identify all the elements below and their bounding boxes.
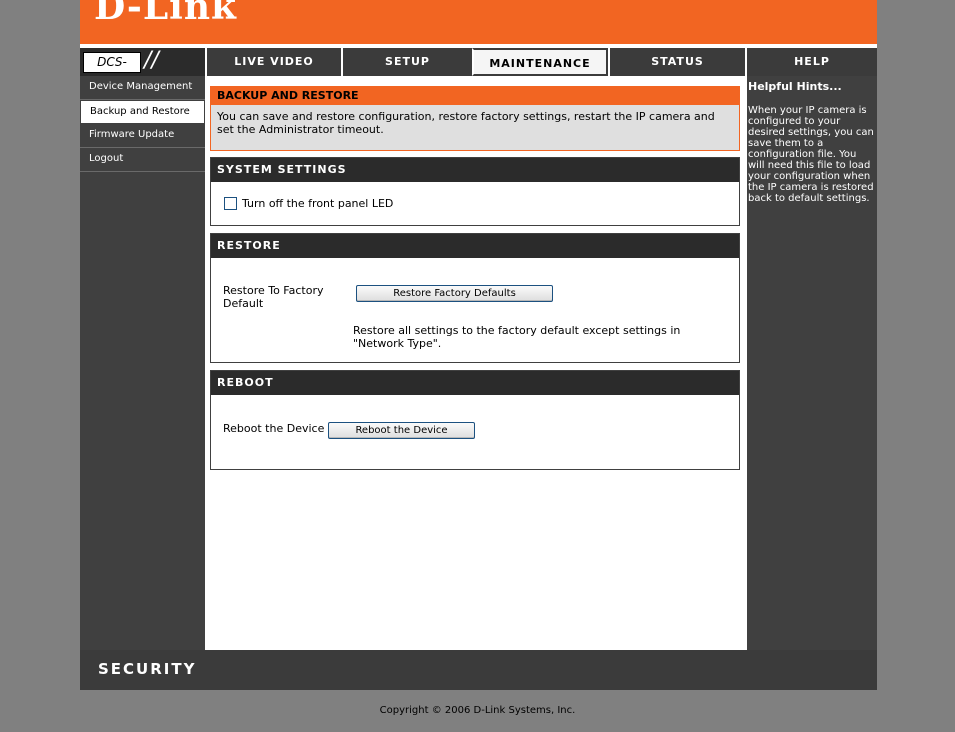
sidebar-item-firmware-update[interactable]: Firmware Update [80,124,205,148]
tab-status[interactable]: STATUS [608,48,745,76]
reboot-device-button[interactable]: Reboot the Device [328,422,475,439]
sidebar-item-device-management[interactable]: Device Management [80,76,205,100]
main-content: BACKUP AND RESTORE You can save and rest… [205,76,745,650]
footer-bar: SECURITY [80,650,877,690]
restore-factory-label: Restore To Factory Default [223,284,324,310]
backup-restore-description: You can save and restore configuration, … [217,110,715,136]
app-frame: D-Link DCS-5220 // LIVE VIDEO SETUP MAIN… [80,0,877,690]
tab-help[interactable]: HELP [745,48,877,76]
help-panel: Helpful Hints... When your IP camera is … [745,76,877,650]
backup-restore-title: BACKUP AND RESTORE [211,87,739,105]
backup-restore-panel: BACKUP AND RESTORE You can save and rest… [210,86,740,151]
security-brand: SECURITY [98,660,197,678]
tab-maintenance[interactable]: MAINTENANCE [472,48,608,76]
sidebar-item-backup-and-restore[interactable]: Backup and Restore [80,100,205,124]
dlink-logo: D-Link [94,0,237,28]
restore-title: RESTORE [211,234,739,258]
header-banner: D-Link [80,0,877,44]
top-nav: DCS-5220 // LIVE VIDEO SETUP MAINTENANCE… [80,48,877,88]
restore-note: Restore all settings to the factory defa… [353,324,681,350]
led-off-checkbox[interactable] [224,197,237,210]
reboot-label: Reboot the Device [223,422,325,435]
sidebar-item-logout[interactable]: Logout [80,148,205,172]
tab-live-video[interactable]: LIVE VIDEO [205,48,341,76]
led-off-label: Turn off the front panel LED [242,197,394,210]
restore-factory-defaults-button[interactable]: Restore Factory Defaults [356,285,553,302]
model-name: DCS-5220 [83,52,141,88]
system-settings-title: SYSTEM SETTINGS [211,158,739,182]
help-title: Helpful Hints... [748,80,842,93]
system-settings-panel: SYSTEM SETTINGS Turn off the front panel… [210,157,740,226]
model-badge: DCS-5220 // [80,48,205,88]
help-text: When your IP camera is configured to you… [748,105,874,204]
tab-setup[interactable]: SETUP [341,48,472,76]
restore-panel: RESTORE Restore To Factory Default Resto… [210,233,740,363]
copyright-text: Copyright © 2006 D-Link Systems, Inc. [379,705,576,716]
reboot-title: REBOOT [211,371,739,395]
sidebar: Device Management Backup and Restore Fir… [80,76,205,650]
reboot-panel: REBOOT Reboot the Device Reboot the Devi… [210,370,740,470]
slash-decoration-icon: // [144,48,159,73]
